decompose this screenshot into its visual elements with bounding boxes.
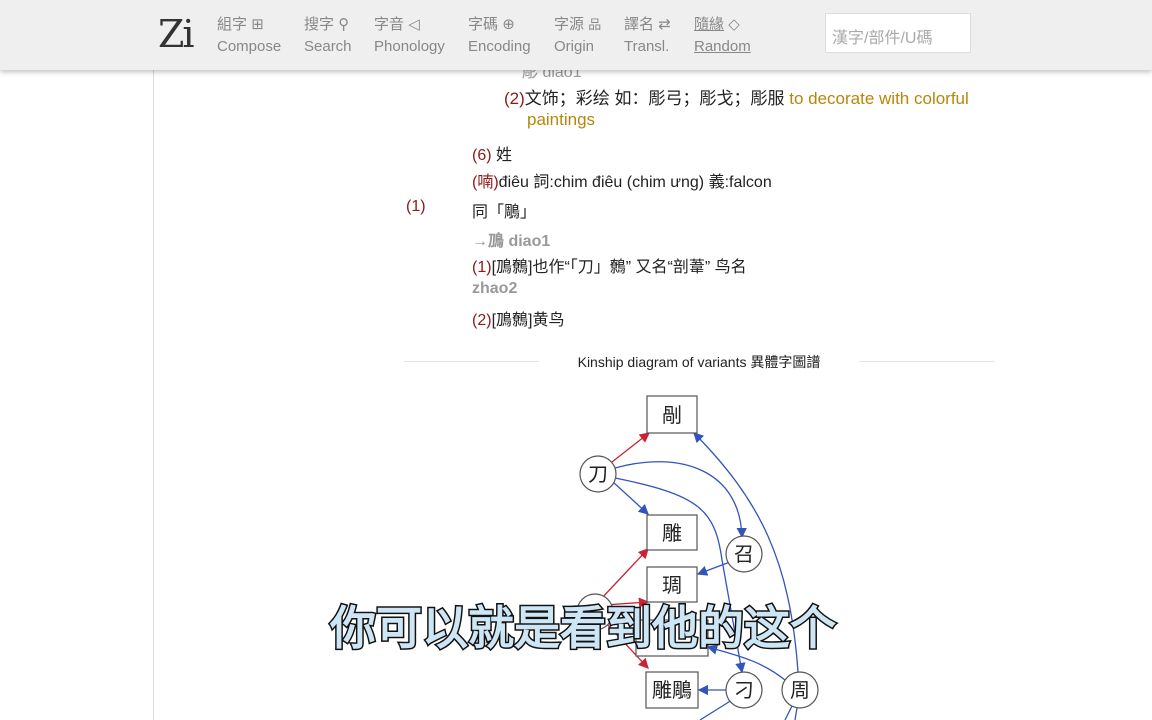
node-label[interactable]: 刀 (588, 462, 608, 486)
node-label[interactable]: 刁 (734, 678, 754, 702)
nav-phonology[interactable]: 字音 ◁ Phonology (374, 14, 445, 58)
nav-label-zh: 字音 (374, 16, 405, 33)
nav-compose[interactable]: 組字 ⊞ Compose (217, 14, 281, 58)
logo[interactable]: Zi (158, 12, 195, 56)
nav-label: Search (304, 38, 352, 55)
edge (612, 481, 649, 515)
nav-random[interactable]: 隨緣 ◇ Random (694, 14, 751, 58)
dice-icon: ◇ (728, 16, 740, 33)
nav-label: Origin (554, 38, 595, 55)
nav-label: Random (694, 38, 751, 55)
nav-label-zh: 組字 (217, 16, 248, 33)
nav-label: Compose (217, 38, 282, 55)
nav-label: Encoding (468, 38, 531, 55)
search-icon: ⚲ (338, 16, 350, 33)
node-label[interactable]: 雕鵰 (652, 678, 692, 702)
nav-translation[interactable]: 譯名 ⇄ Transl. (624, 14, 671, 58)
nav-label-zh: 字碼 (468, 16, 499, 33)
node-label[interactable]: 雕 (662, 521, 682, 545)
nav-label: Phonology (374, 38, 445, 55)
node-label[interactable]: 剮 (662, 403, 682, 427)
swap-icon: ⇄ (658, 16, 671, 33)
edge (611, 432, 651, 463)
grid-icon: ⊞ (251, 16, 264, 33)
node-label[interactable]: 召 (734, 542, 754, 566)
search-input[interactable]: 漢字/部件/U碼 (825, 13, 971, 53)
top-nav: Zi 組字 ⊞ Compose 搜字 ⚲ Search 字音 ◁ Phonology … (0, 0, 1152, 70)
edge (696, 561, 731, 576)
nav-label-zh: 隨緣 (694, 16, 725, 33)
edge (699, 699, 733, 720)
hierarchy-icon: 品 (588, 17, 602, 32)
video-subtitle: 你可以就是看到他的这个 (329, 601, 838, 656)
nav-label-zh: 譯名 (624, 16, 655, 33)
nav-label-zh: 搜字 (304, 16, 335, 33)
node-label[interactable]: 周 (790, 678, 810, 702)
speaker-icon: ◁ (408, 16, 420, 33)
globe-icon: ⊕ (502, 16, 515, 33)
edge (784, 705, 798, 720)
nav-search[interactable]: 搜字 ⚲ Search (304, 14, 352, 58)
nav-origin[interactable]: 字源 品 Origin (554, 14, 601, 58)
nav-label: Transl. (624, 38, 670, 55)
nav-encoding[interactable]: 字碼 ⊕ Encoding (468, 14, 531, 58)
nav-label-zh: 字源 (554, 16, 585, 33)
